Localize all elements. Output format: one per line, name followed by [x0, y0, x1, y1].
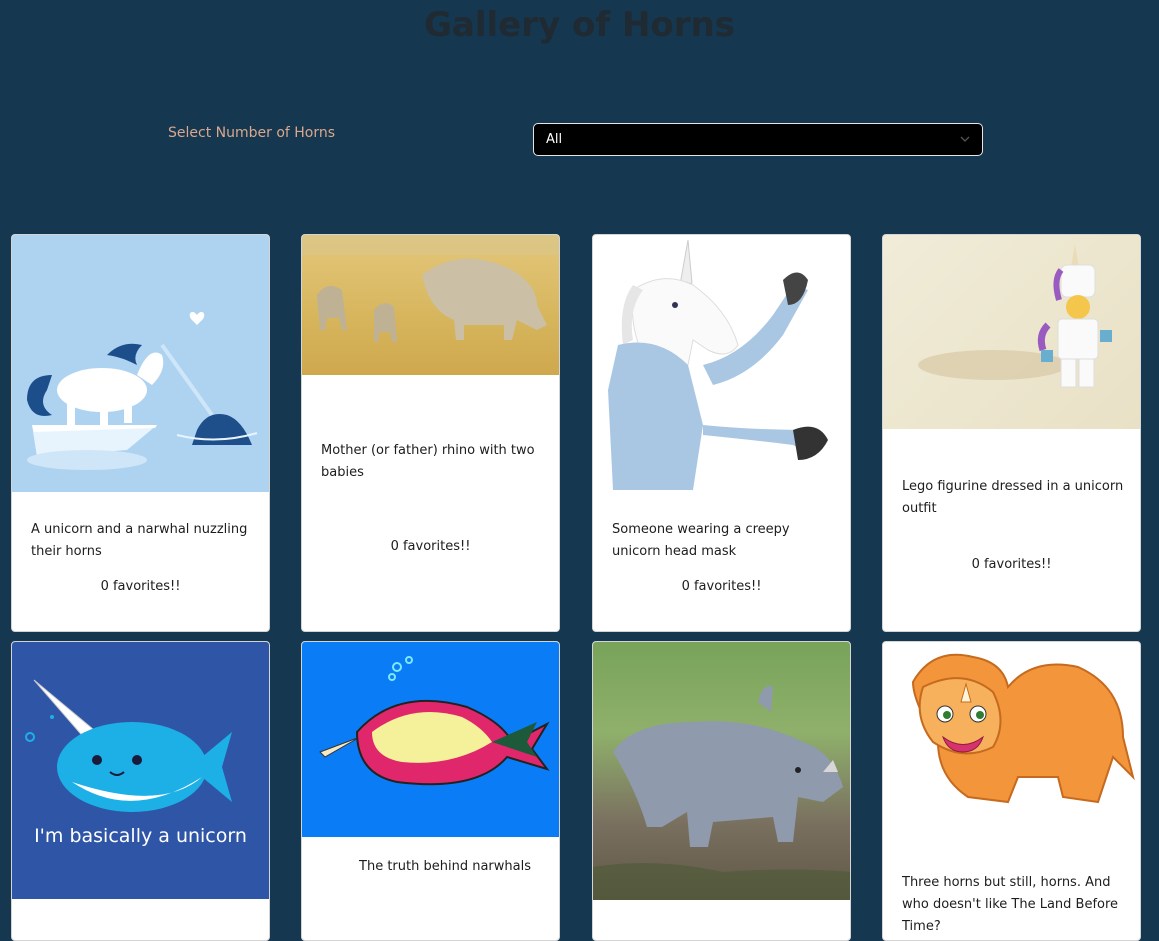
baby-rhino-image[interactable]: [593, 642, 850, 900]
card-favorites: 0 favorites!!: [971, 557, 1052, 572]
gallery-card-lego-unicorn[interactable]: Lego figurine dressed in a unicorn outfi…: [882, 234, 1141, 632]
lego-unicorn-image[interactable]: [883, 235, 1140, 429]
card-favorites: 0 favorites!!: [390, 539, 471, 554]
card-description: Three horns but still, horns. And who do…: [902, 875, 1119, 934]
horns-filter-label: Select Number of Horns: [168, 125, 336, 141]
gallery-card-narwhal-cartoon[interactable]: I'm basically a unicorn: [11, 641, 270, 941]
card-description: The truth behind narwhals: [359, 859, 531, 874]
unicorn-narwhal-image[interactable]: [12, 235, 269, 492]
page-title: Gallery of Horns: [424, 5, 735, 45]
horns-select[interactable]: All: [533, 123, 983, 156]
card-favorites: 0 favorites!!: [681, 579, 762, 594]
card-description: Someone wearing a creepy unicorn head ma…: [612, 522, 790, 559]
gallery-card-baby-rhino[interactable]: [592, 641, 851, 941]
gallery-card-unicorn-mask[interactable]: Someone wearing a creepy unicorn head ma…: [592, 234, 851, 632]
card-description: A unicorn and a narwhal nuzzling their h…: [31, 522, 248, 559]
gallery-card-triceratops[interactable]: Three horns but still, horns. And who do…: [882, 641, 1141, 941]
gallery-card-unicorn-narwhal[interactable]: A unicorn and a narwhal nuzzling their h…: [11, 234, 270, 632]
card-description: Lego figurine dressed in a unicorn outfi…: [902, 479, 1124, 516]
narwhal-caption: I'm basically a unicorn: [34, 825, 247, 847]
horns-select-value: All: [546, 132, 563, 147]
rhino-family-image[interactable]: [302, 235, 559, 375]
unicorn-mask-image[interactable]: [593, 235, 850, 493]
gallery-card-narwhal-truth[interactable]: The truth behind narwhals: [301, 641, 560, 941]
chevron-down-icon: [960, 136, 970, 142]
narwhal-truth-image[interactable]: [302, 642, 559, 837]
narwhal-cartoon-image[interactable]: I'm basically a unicorn: [12, 642, 269, 899]
card-description: Mother (or father) rhino with two babies: [321, 443, 535, 480]
triceratops-image[interactable]: [883, 642, 1140, 837]
card-favorites: 0 favorites!!: [100, 579, 181, 594]
gallery-card-rhino-family[interactable]: Mother (or father) rhino with two babies…: [301, 234, 560, 632]
